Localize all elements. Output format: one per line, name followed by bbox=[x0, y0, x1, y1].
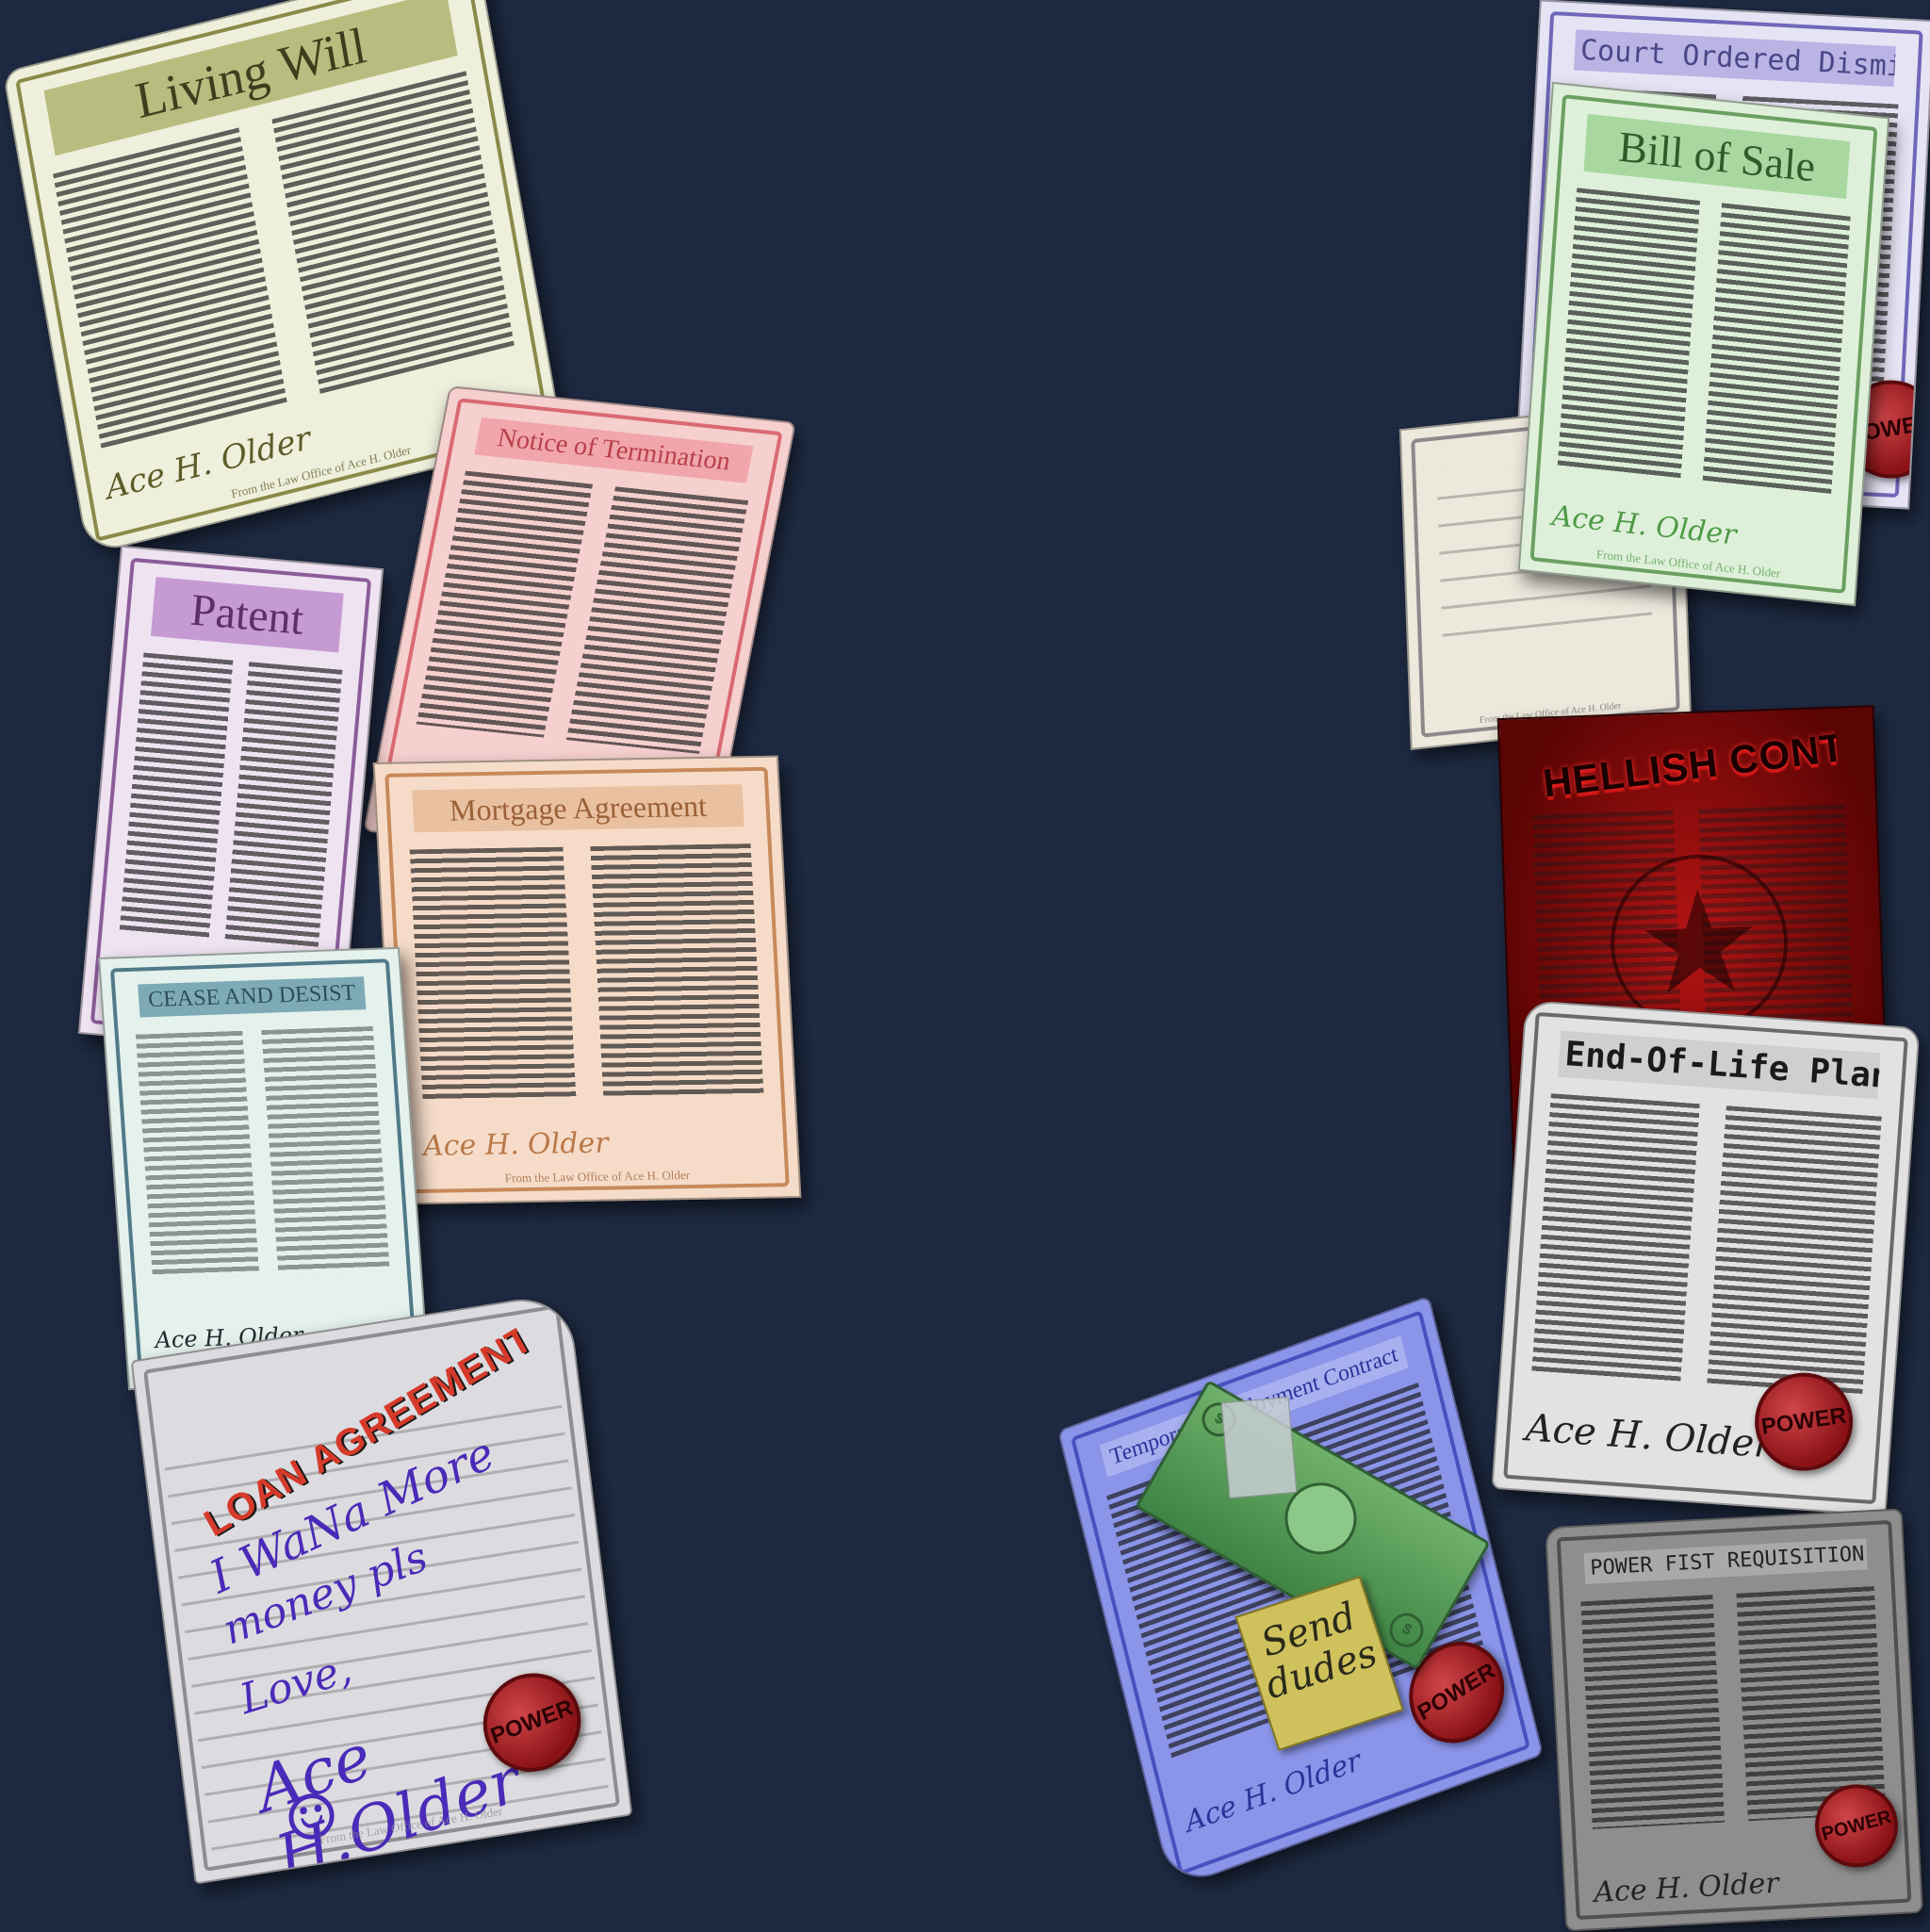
document-title: POWER FIST REQUISITION bbox=[1583, 1538, 1868, 1585]
bill-currency-symbol: $ bbox=[1382, 1607, 1431, 1654]
document-body-text bbox=[135, 1025, 390, 1280]
document-title: Court Ordered Dismissal bbox=[1574, 29, 1896, 88]
signature: Ace H. Older bbox=[1593, 1866, 1780, 1910]
tape-strip bbox=[1220, 1397, 1298, 1498]
signature: Ace H. Older bbox=[422, 1126, 610, 1163]
document-body-text bbox=[119, 652, 343, 950]
mortgage-agreement-document[interactable]: Mortgage Agreement Ace H. Older From the… bbox=[372, 755, 802, 1205]
end-of-life-plan-document[interactable]: End-Of-Life Plan Ace H. Older POWER bbox=[1491, 999, 1921, 1517]
document-footer: From the Law Office of Ace H. Older bbox=[504, 1168, 691, 1186]
document-title: CEASE AND DESIST bbox=[138, 976, 367, 1018]
signature: Ace H. Older bbox=[1182, 1744, 1365, 1840]
document-title: End-Of-Life Plan bbox=[1558, 1030, 1881, 1100]
power-fist-requisition-document[interactable]: POWER FIST REQUISITION Ace H. Older POWE… bbox=[1545, 1508, 1923, 1932]
bill-of-sale-document[interactable]: Bill of Sale Ace H. Older From the Law O… bbox=[1517, 81, 1890, 607]
document-title: Notice of Termination bbox=[474, 417, 754, 483]
document-title: Bill of Sale bbox=[1583, 113, 1851, 200]
document-body-text bbox=[1557, 188, 1851, 497]
document-body-text bbox=[1531, 1093, 1882, 1397]
document-body-text bbox=[409, 843, 764, 1101]
signature: Ace H. Older bbox=[1524, 1406, 1774, 1467]
document-title: Patent bbox=[150, 577, 344, 653]
loan-agreement-document[interactable]: LOAN AGREEMENT I WaNa More money pls Lov… bbox=[130, 1291, 633, 1885]
document-title: Mortgage Agreement bbox=[412, 784, 744, 833]
document-title: HELLISH CONTRACT bbox=[1540, 721, 1840, 806]
document-body-text bbox=[416, 470, 749, 754]
